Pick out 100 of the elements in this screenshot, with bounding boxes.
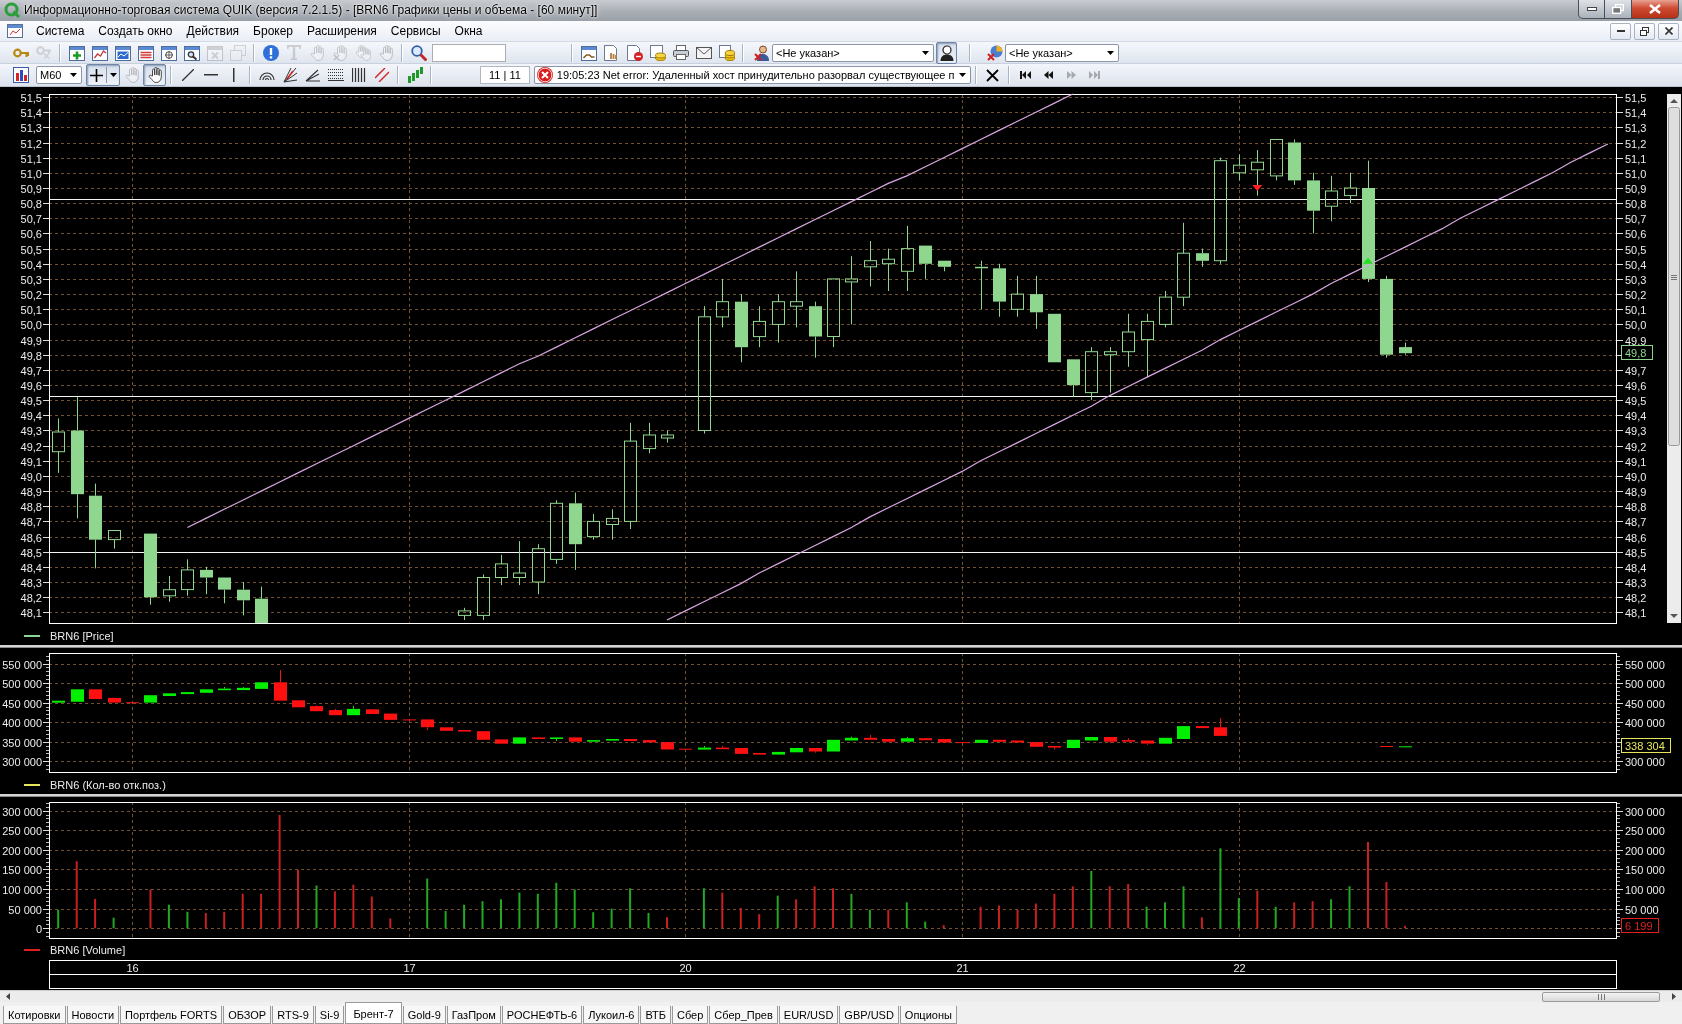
y-axis-label: 51,1 xyxy=(1625,152,1647,165)
scroll-up-icon[interactable] xyxy=(1670,99,1678,103)
toolbar-button[interactable] xyxy=(86,64,120,86)
candle-body xyxy=(827,278,840,337)
menu-item[interactable]: Действия xyxy=(179,22,247,40)
tab[interactable]: РОСНЕФТЬ-6 xyxy=(501,1006,583,1024)
tab[interactable]: ВТБ xyxy=(640,1006,671,1024)
candle-wick xyxy=(150,596,151,606)
client-dropdown[interactable]: <Не указан> xyxy=(1005,43,1119,62)
tab[interactable]: Si-9 xyxy=(314,1006,345,1024)
volume-bar xyxy=(463,904,466,929)
last-value-label: 338 304 xyxy=(1621,738,1671,753)
horizontal-scrollbar[interactable] xyxy=(0,990,1682,1002)
interval-dropdown[interactable]: M60 xyxy=(36,66,82,84)
restore-icon xyxy=(1640,26,1649,36)
restore-button[interactable] xyxy=(1605,0,1632,19)
candle-body xyxy=(71,689,84,702)
tab[interactable]: Сбер xyxy=(672,1006,709,1024)
tab[interactable]: Gold-9 xyxy=(402,1006,446,1024)
y-tick-label: 49,8 xyxy=(1625,347,1647,359)
candle-body xyxy=(753,320,766,338)
menu-item[interactable]: Окна xyxy=(447,22,490,40)
candle-body xyxy=(163,693,176,696)
close-icon xyxy=(1649,4,1661,14)
y-axis-label: 50,3 xyxy=(1625,273,1647,286)
scroll-down-icon[interactable] xyxy=(1670,614,1678,618)
volume-bar xyxy=(721,892,724,929)
candle-body xyxy=(827,739,840,752)
tab[interactable]: Сбер_Прев xyxy=(709,1006,778,1024)
y-axis-label: 49,2 xyxy=(20,440,42,453)
app-icon xyxy=(4,2,20,18)
candle-body xyxy=(1011,293,1024,310)
candle-body xyxy=(1399,347,1412,354)
tab[interactable]: RTS-9 xyxy=(272,1006,314,1024)
close-button[interactable] xyxy=(1658,22,1679,40)
candle-body xyxy=(735,748,748,754)
volume-bar xyxy=(979,906,982,929)
menu-item[interactable]: Создать окно xyxy=(91,22,180,40)
candle-body xyxy=(440,727,453,731)
tab[interactable]: Опционы xyxy=(899,1006,957,1024)
y-axis-label: 50,7 xyxy=(20,212,42,225)
volume-bar xyxy=(315,885,318,929)
candle-wick xyxy=(58,417,59,474)
tab[interactable]: ГазПром xyxy=(446,1006,501,1024)
candle-body xyxy=(661,434,674,439)
close-button[interactable] xyxy=(1632,0,1679,19)
message-dropdown[interactable]: 19:05:23 Net error: Удаленный хост принудительно разорвал существующее п xyxy=(533,66,971,84)
tab[interactable]: Лукоил-6 xyxy=(583,1006,640,1024)
candle-wick xyxy=(1239,154,1240,181)
scrollbar-thumb[interactable] xyxy=(1542,991,1660,1002)
tab[interactable]: ОБЗОР xyxy=(223,1006,272,1024)
tab[interactable]: EUR/USD xyxy=(778,1006,839,1024)
volume-bar xyxy=(1293,902,1296,929)
y-axis-label: 51,2 xyxy=(1625,137,1647,150)
menu-item[interactable]: Брокер xyxy=(246,22,301,40)
legend-label: BRN6 (Кол-во отк.поз.) xyxy=(50,779,166,791)
user-icon xyxy=(939,44,954,61)
user-button[interactable] xyxy=(936,41,957,64)
minimize-button[interactable] xyxy=(1578,0,1605,19)
minimize-button[interactable] xyxy=(1610,22,1631,40)
tab[interactable]: Брент-7 xyxy=(345,1002,402,1024)
volume-bar xyxy=(702,888,705,929)
candle-body xyxy=(347,708,360,716)
candle-body xyxy=(421,719,434,728)
candle-body xyxy=(89,495,102,540)
account-dropdown[interactable]: <Не указан> xyxy=(772,43,934,62)
candle-wick xyxy=(187,558,188,597)
legend-label: BRN6 [Volume] xyxy=(50,944,126,956)
y-axis-label: 48,7 xyxy=(1625,515,1647,528)
candle-wick xyxy=(1054,747,1055,750)
tab[interactable]: Портфель FORTS xyxy=(120,1006,223,1024)
candle-body xyxy=(1325,190,1338,207)
candle-body xyxy=(108,697,121,703)
scrollbar-thumb[interactable] xyxy=(1668,107,1680,446)
menu-item[interactable]: Система xyxy=(29,22,92,40)
tab[interactable]: Котировки xyxy=(3,1006,66,1024)
caret-icon xyxy=(922,50,929,55)
candle-wick xyxy=(464,607,465,621)
y-axis-label: 400 000 xyxy=(1625,716,1665,729)
restore-button[interactable] xyxy=(1634,22,1655,40)
candle-wick xyxy=(1276,175,1277,181)
menu-item[interactable]: Расширения xyxy=(300,22,384,40)
tab[interactable]: GBP/USD xyxy=(839,1006,899,1024)
candle-wick xyxy=(833,336,834,348)
volume-bar xyxy=(942,925,945,929)
candle-body xyxy=(1307,180,1320,211)
candle-body xyxy=(1122,331,1135,353)
candle-body xyxy=(716,747,729,750)
menu-item[interactable]: Сервисы xyxy=(383,22,448,40)
volume-bar xyxy=(758,914,761,929)
candle-wick xyxy=(741,293,742,363)
time-axis-label: 17 xyxy=(403,962,416,974)
candle-wick xyxy=(1110,346,1111,394)
y-axis-label: 48,3 xyxy=(1625,576,1647,589)
y-axis-label: 49,9 xyxy=(1625,334,1647,347)
candle-wick xyxy=(1202,248,1203,268)
y-axis-label: 51,4 xyxy=(20,106,42,119)
tab[interactable]: Новости xyxy=(66,1006,120,1024)
search-field[interactable] xyxy=(432,43,506,62)
candle-body xyxy=(993,268,1006,302)
